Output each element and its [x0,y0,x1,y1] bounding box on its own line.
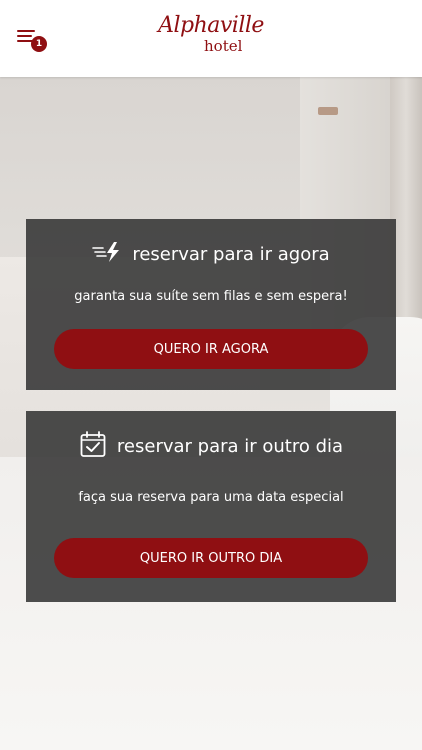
brand-subtitle: hotel [204,37,243,55]
menu-button[interactable]: 1 [17,30,47,54]
card-header: reservar para ir outro dia [26,430,396,462]
lightning-fast-icon [92,240,122,268]
card-title: reservar para ir agora [132,243,330,265]
card-header: reservar para ir agora [26,241,396,267]
card-subtitle: garanta sua suíte sem filas e sem espera… [74,289,348,304]
card-title: reservar para ir outro dia [116,435,344,457]
app-header: 1 Alphaville hotel [0,0,422,77]
notification-badge: 1 [31,36,47,52]
brand-name: Alphaville [158,13,264,38]
hamburger-menu-icon-bar [17,35,32,37]
card-book-now: reservar para ir agora garanta sua suíte… [26,219,396,390]
brand-logo: Alphaville hotel [150,14,272,62]
hamburger-menu-icon [17,30,35,32]
book-now-button[interactable]: QUERO IR AGORA [54,329,368,369]
bg-hook [318,107,338,115]
calendar-check-icon [79,430,107,462]
card-book-later: reservar para ir outro dia faça sua rese… [26,411,396,602]
book-later-button[interactable]: QUERO IR OUTRO DIA [54,538,368,578]
card-subtitle: faça sua reserva para uma data especial [78,490,344,505]
